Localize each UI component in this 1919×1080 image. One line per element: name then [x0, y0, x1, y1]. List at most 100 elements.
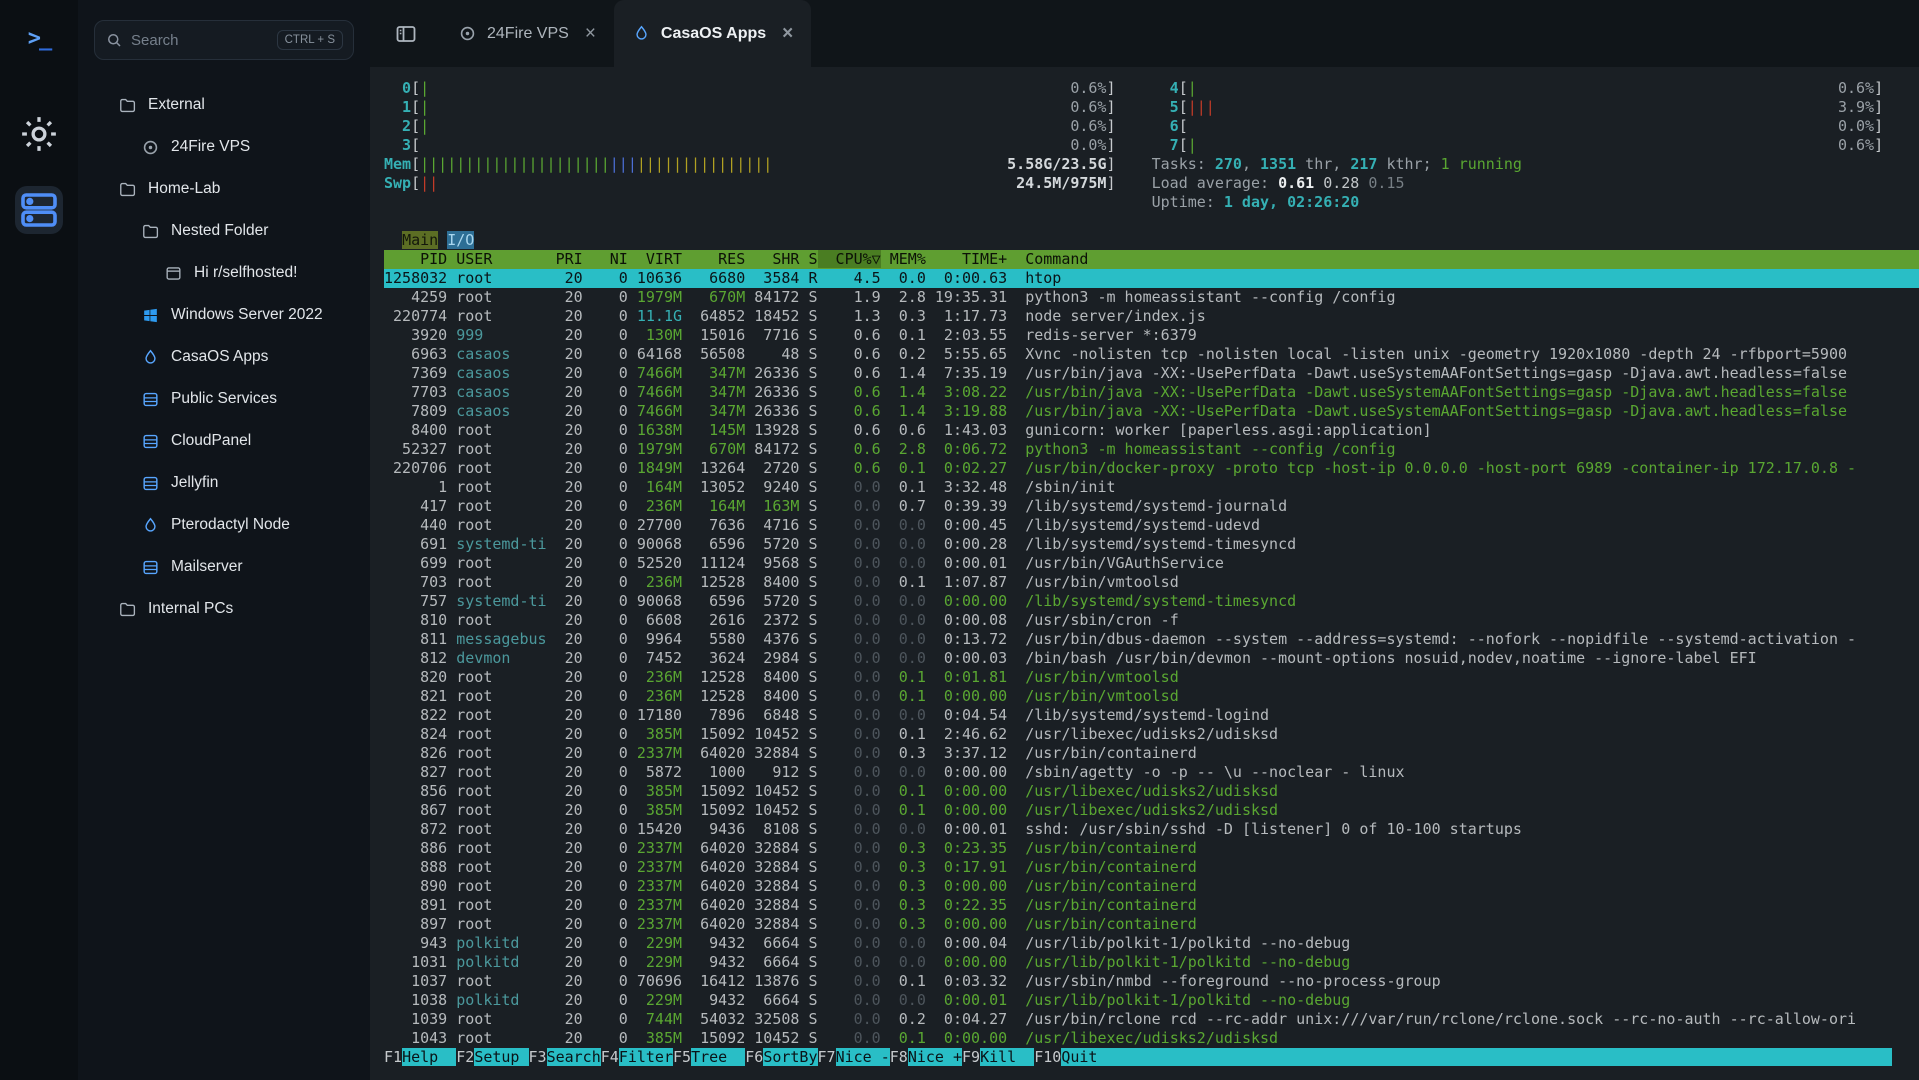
process-row[interactable]: 826 root 20 0 2337M 64020 32884 S 0.0 0.… [384, 744, 1919, 763]
function-key-bar[interactable]: F1Help F2Setup F3SearchF4FilterF5Tree F6… [384, 1048, 1919, 1067]
process-row[interactable]: 820 root 20 0 236M 12528 8400 S 0.0 0.1 … [384, 668, 1919, 687]
process-row[interactable]: 1031 polkitd 20 0 229M 9432 6664 S 0.0 0… [384, 953, 1919, 972]
process-row[interactable]: 890 root 20 0 2337M 64020 32884 S 0.0 0.… [384, 877, 1919, 896]
search-input[interactable] [131, 32, 269, 49]
process-row[interactable]: 1 root 20 0 164M 13052 9240 S 0.0 0.1 3:… [384, 478, 1919, 497]
process-row[interactable]: 872 root 20 0 15420 9436 8108 S 0.0 0.0 … [384, 820, 1919, 839]
tree-item-nested-folder[interactable]: Nested Folder [94, 210, 354, 252]
process-row[interactable]: 6963 casaos 20 0 64168 56508 48 S 0.6 0.… [384, 345, 1919, 364]
folder-icon [118, 180, 137, 199]
process-row[interactable]: 888 root 20 0 2337M 64020 32884 S 0.0 0.… [384, 858, 1919, 877]
sidebar-toggle-icon [394, 22, 420, 46]
connections-nav-button[interactable] [15, 186, 63, 234]
process-row[interactable]: 1038 polkitd 20 0 229M 9432 6664 S 0.0 0… [384, 991, 1919, 1010]
process-row[interactable]: 822 root 20 0 17180 7896 6848 S 0.0 0.0 … [384, 706, 1919, 725]
process-row[interactable]: 691 systemd-ti 20 0 90068 6596 5720 S 0.… [384, 535, 1919, 554]
fkey-f8-nice[interactable]: Nice + [908, 1048, 962, 1066]
fkey-f10-quit[interactable]: Quit [1061, 1048, 1115, 1066]
tree-item-label: CasaOS Apps [171, 348, 268, 366]
connections-sidebar: CTRL + S External 24Fire VPS Home-LabNeste… [78, 0, 370, 1080]
window-icon [164, 264, 183, 283]
process-row[interactable]: 7809 casaos 20 0 7466M 347M 26336 S 0.6 … [384, 402, 1919, 421]
tree-item-public-services[interactable]: Public Services [94, 378, 354, 420]
cpu-meter-row: 2[| 0.6%] 6[ 0.0%] [384, 117, 1919, 136]
tab-24fire-vps[interactable]: 24Fire VPS× [440, 0, 614, 67]
folder-icon [141, 222, 160, 241]
process-row[interactable]: 1258032 root 20 0 10636 6680 3584 R 4.5 … [384, 269, 1919, 288]
app-logo: >_ [17, 16, 61, 60]
tree-item-windows-server-2022[interactable]: Windows Server 2022 [94, 294, 354, 336]
sidebar-toggle-button[interactable] [394, 21, 420, 47]
terminal[interactable]: 0[| 0.6%] 4[| 0.6%] 1[| [370, 67, 1919, 1080]
tab-label: CasaOS Apps [661, 25, 766, 43]
fkey-f7-nice[interactable]: Nice - [836, 1048, 890, 1066]
process-row[interactable]: 440 root 20 0 27700 7636 4716 S 0.0 0.0 … [384, 516, 1919, 535]
tab-casaos-apps[interactable]: CasaOS Apps × [614, 0, 811, 67]
tree-item-24fire-vps[interactable]: 24Fire VPS [94, 126, 354, 168]
gear-icon [17, 112, 61, 156]
process-row[interactable]: 1037 root 20 0 70696 16412 13876 S 0.0 0… [384, 972, 1919, 991]
search-box[interactable]: CTRL + S [94, 20, 354, 60]
fkey-f1-help[interactable]: Help [402, 1048, 456, 1066]
process-row[interactable]: 1043 root 20 0 385M 15092 10452 S 0.0 0.… [384, 1029, 1919, 1048]
htop-screen-tab-i-o[interactable]: I/O [447, 231, 474, 249]
process-row[interactable]: 699 root 20 0 52520 11124 9568 S 0.0 0.0… [384, 554, 1919, 573]
panel-icon [141, 390, 160, 409]
folder-icon [118, 96, 137, 115]
fkey-f4-filter[interactable]: Filter [619, 1048, 673, 1066]
process-row[interactable]: 827 root 20 0 5872 1000 912 S 0.0 0.0 0:… [384, 763, 1919, 782]
fkey-f6-sortby[interactable]: SortBy [763, 1048, 817, 1066]
process-row[interactable]: 8400 root 20 0 1638M 145M 13928 S 0.6 0.… [384, 421, 1919, 440]
process-row[interactable]: 4259 root 20 0 1979M 670M 84172 S 1.9 2.… [384, 288, 1919, 307]
tree-item-hi-r-selfhosted[interactable]: Hi r/selfhosted! [94, 252, 354, 294]
tree-item-jellyfin[interactable]: Jellyfin [94, 462, 354, 504]
process-row[interactable]: 220706 root 20 0 1849M 13264 2720 S 0.6 … [384, 459, 1919, 478]
process-row[interactable]: 7703 casaos 20 0 7466M 347M 26336 S 0.6 … [384, 383, 1919, 402]
fkey-f3-search[interactable]: Search [547, 1048, 601, 1066]
tree-item-pterodactyl-node[interactable]: Pterodactyl Node [94, 504, 354, 546]
process-row[interactable]: 811 messagebus 20 0 9964 5580 4376 S 0.0… [384, 630, 1919, 649]
tab-close-icon[interactable]: × [782, 24, 793, 43]
tree-item-internal-pcs[interactable]: Internal PCs [94, 588, 354, 630]
htop-screen-tab-main[interactable]: Main [402, 231, 438, 249]
process-row[interactable]: 703 root 20 0 236M 12528 8400 S 0.0 0.1 … [384, 573, 1919, 592]
tree-item-mailserver[interactable]: Mailserver [94, 546, 354, 588]
process-row[interactable]: 821 root 20 0 236M 12528 8400 S 0.0 0.1 … [384, 687, 1919, 706]
process-row[interactable]: 812 devmon 20 0 7452 3624 2984 S 0.0 0.0… [384, 649, 1919, 668]
process-row[interactable]: 886 root 20 0 2337M 64020 32884 S 0.0 0.… [384, 839, 1919, 858]
fkey-f9-kill[interactable]: Kill [980, 1048, 1034, 1066]
process-row[interactable]: 867 root 20 0 385M 15092 10452 S 0.0 0.1… [384, 801, 1919, 820]
swap-meter-row: Swp[|| 24.5M/975M] Load average: 0.61 0.… [384, 174, 1919, 193]
process-row[interactable]: 757 systemd-ti 20 0 90068 6596 5720 S 0.… [384, 592, 1919, 611]
panel-icon [141, 474, 160, 493]
process-row[interactable]: 897 root 20 0 2337M 64020 32884 S 0.0 0.… [384, 915, 1919, 934]
process-row[interactable]: 3920 999 20 0 130M 15016 7716 S 0.6 0.1 … [384, 326, 1919, 345]
droplet-icon [141, 348, 160, 367]
fkey-f5-tree[interactable]: Tree [691, 1048, 745, 1066]
tree-item-cloudpanel[interactable]: CloudPanel [94, 420, 354, 462]
process-row[interactable]: 220774 root 20 0 11.1G 64852 18452 S 1.3… [384, 307, 1919, 326]
process-row[interactable]: 7369 casaos 20 0 7466M 347M 26336 S 0.6 … [384, 364, 1919, 383]
process-row[interactable]: 52327 root 20 0 1979M 670M 84172 S 0.6 2… [384, 440, 1919, 459]
tree-item-label: 24Fire VPS [171, 138, 250, 156]
tree-item-label: Windows Server 2022 [171, 306, 323, 324]
app-rail: >_ [0, 0, 78, 1080]
cpu-meter-row: 3[ 0.0%] 7[| 0.6%] [384, 136, 1919, 155]
tree-item-home-lab[interactable]: Home-Lab [94, 168, 354, 210]
fkey-f2-setup[interactable]: Setup [474, 1048, 528, 1066]
tab-close-icon[interactable]: × [585, 24, 596, 43]
process-row[interactable]: 1039 root 20 0 744M 54032 32508 S 0.0 0.… [384, 1010, 1919, 1029]
process-row[interactable]: 856 root 20 0 385M 15092 10452 S 0.0 0.1… [384, 782, 1919, 801]
process-row[interactable]: 824 root 20 0 385M 15092 10452 S 0.0 0.1… [384, 725, 1919, 744]
search-shortcut-badge: CTRL + S [277, 30, 343, 50]
process-row[interactable]: 417 root 20 0 236M 164M 163M S 0.0 0.7 0… [384, 497, 1919, 516]
settings-button[interactable] [17, 112, 61, 156]
tree-item-label: External [148, 96, 205, 114]
process-row[interactable]: 943 polkitd 20 0 229M 9432 6664 S 0.0 0.… [384, 934, 1919, 953]
tree-item-external[interactable]: External [94, 84, 354, 126]
process-row[interactable]: 810 root 20 0 6608 2616 2372 S 0.0 0.0 0… [384, 611, 1919, 630]
process-row[interactable]: 891 root 20 0 2337M 64020 32884 S 0.0 0.… [384, 896, 1919, 915]
tree-item-casaos-apps[interactable]: CasaOS Apps [94, 336, 354, 378]
tree-item-label: CloudPanel [171, 432, 251, 450]
windows-icon [141, 306, 160, 325]
